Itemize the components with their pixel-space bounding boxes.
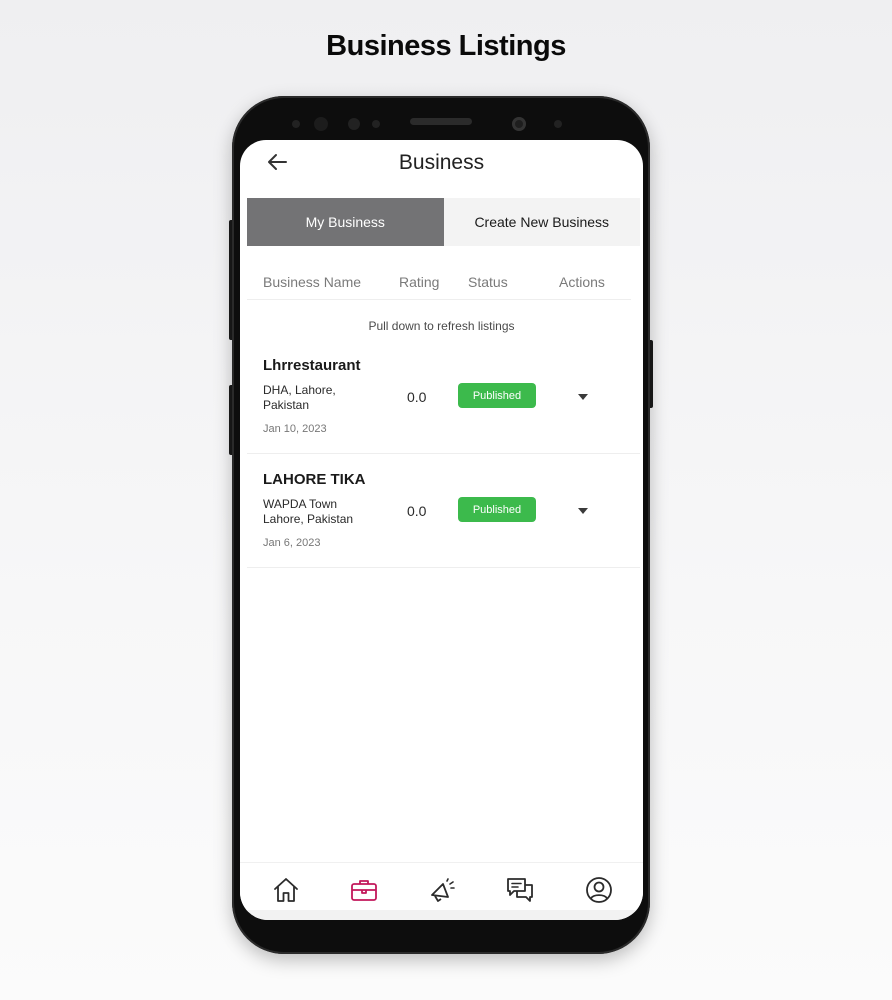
business-tabs: My Business Create New Business xyxy=(247,198,640,246)
nav-profile[interactable] xyxy=(584,875,614,905)
app-header: Business xyxy=(240,140,643,196)
table-row[interactable]: LAHORE TIKA WAPDA Town Lahore, Pakistan … xyxy=(247,455,640,568)
nav-business[interactable] xyxy=(349,875,379,905)
column-header-status: Status xyxy=(468,274,508,290)
nav-messages[interactable] xyxy=(505,875,535,905)
nav-home[interactable] xyxy=(271,875,301,905)
phone-sensor xyxy=(348,118,360,130)
page-heading: Business Listings xyxy=(326,30,566,62)
chat-icon xyxy=(507,878,533,902)
phone-sensor xyxy=(372,120,380,128)
business-name: Lhrrestaurant xyxy=(263,357,361,374)
app-screen: Business My Business Create New Business… xyxy=(240,140,643,920)
business-date: Jan 10, 2023 xyxy=(263,423,327,435)
business-rating: 0.0 xyxy=(407,503,427,519)
phone-sensor xyxy=(314,117,328,131)
column-header-rating: Rating xyxy=(399,274,440,290)
table-row[interactable]: Lhrrestaurant DHA, Lahore, Pakistan Jan … xyxy=(247,341,640,454)
tab-create-new-business[interactable]: Create New Business xyxy=(443,198,640,246)
refresh-hint: Pull down to refresh listings xyxy=(368,319,515,333)
phone-sensor xyxy=(292,120,300,128)
business-address: DHA, Lahore, Pakistan xyxy=(263,383,336,412)
bottom-nav xyxy=(240,862,643,910)
tab-my-business[interactable]: My Business xyxy=(247,198,444,246)
phone-sensor xyxy=(554,120,562,128)
column-header-actions: Actions xyxy=(559,274,605,290)
system-gesture-bar xyxy=(240,910,643,920)
status-badge: Published xyxy=(458,383,536,408)
header-title: Business xyxy=(398,151,485,174)
business-rating: 0.0 xyxy=(407,389,427,405)
megaphone-icon xyxy=(431,878,455,902)
home-icon xyxy=(274,878,298,902)
chevron-down-icon[interactable] xyxy=(578,508,588,514)
briefcase-icon xyxy=(351,880,377,901)
business-address: WAPDA Town Lahore, Pakistan xyxy=(263,497,354,526)
profile-icon xyxy=(586,877,612,903)
nav-promotions[interactable] xyxy=(427,875,457,905)
business-name: LAHORE TIKA xyxy=(263,471,366,488)
phone-speaker xyxy=(410,118,472,125)
chevron-down-icon[interactable] xyxy=(578,394,588,400)
table-header: Business Name Rating Status Actions xyxy=(247,258,631,300)
business-date: Jan 6, 2023 xyxy=(263,537,321,549)
status-badge: Published xyxy=(458,497,536,522)
front-camera xyxy=(512,117,526,131)
column-header-business-name: Business Name xyxy=(263,274,362,290)
